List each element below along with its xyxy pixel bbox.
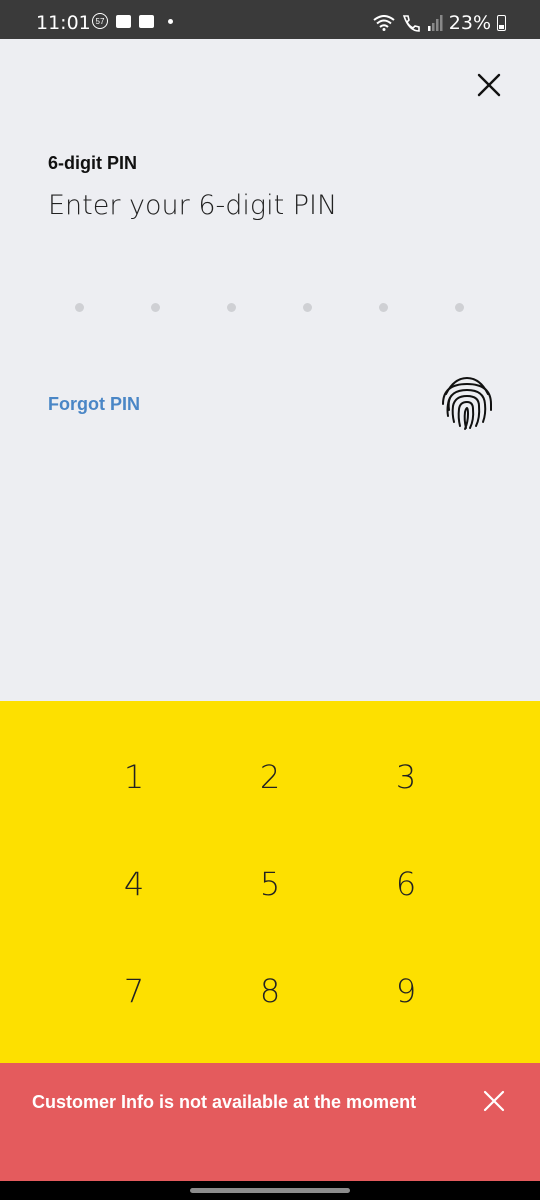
pin-dot [303, 303, 312, 312]
home-handle[interactable] [190, 1188, 350, 1193]
dot-icon [168, 18, 173, 24]
navigation-bar [0, 1181, 540, 1200]
battery-icon [497, 15, 506, 31]
notification-badge-icon: 57 [92, 13, 108, 29]
key-8[interactable]: 8 [210, 951, 330, 1031]
status-time: 11:01 [36, 12, 91, 34]
page-title: Enter your 6-digit PIN [48, 190, 338, 221]
key-9[interactable]: 9 [346, 951, 466, 1031]
numeric-keypad: 1 2 3 4 5 6 7 8 9 [0, 701, 540, 1063]
key-6[interactable]: 6 [346, 844, 466, 924]
pin-dot [151, 303, 160, 312]
forgot-pin-link[interactable]: Forgot PIN [48, 394, 140, 415]
call-icon [402, 15, 420, 32]
wifi-icon [373, 15, 395, 31]
close-icon[interactable] [472, 68, 506, 102]
toast-message: Customer Info is not available at the mo… [32, 1092, 417, 1112]
key-2[interactable]: 2 [210, 737, 330, 817]
status-bar: 11:01 57 23% [0, 0, 540, 39]
gallery-icon [116, 14, 131, 28]
close-icon[interactable] [482, 1089, 506, 1113]
error-toast: Customer Info is not available at the mo… [0, 1063, 540, 1181]
pin-dot [455, 303, 464, 312]
pin-label: 6-digit PIN [48, 153, 137, 173]
key-3[interactable]: 3 [346, 737, 466, 817]
key-5[interactable]: 5 [210, 844, 330, 924]
signal-icon [427, 15, 443, 31]
status-notification-icons: 57 [92, 13, 173, 29]
key-1[interactable]: 1 [74, 737, 194, 817]
pin-dot [227, 303, 236, 312]
battery-percent: 23% [448, 12, 491, 34]
key-4[interactable]: 4 [74, 844, 194, 924]
pin-dots [0, 303, 540, 315]
status-system-icons: 23% [373, 12, 506, 34]
mail-icon [139, 14, 154, 28]
pin-dot [75, 303, 84, 312]
pin-dot [379, 303, 388, 312]
fingerprint-icon[interactable] [438, 374, 496, 432]
key-7[interactable]: 7 [74, 951, 194, 1031]
